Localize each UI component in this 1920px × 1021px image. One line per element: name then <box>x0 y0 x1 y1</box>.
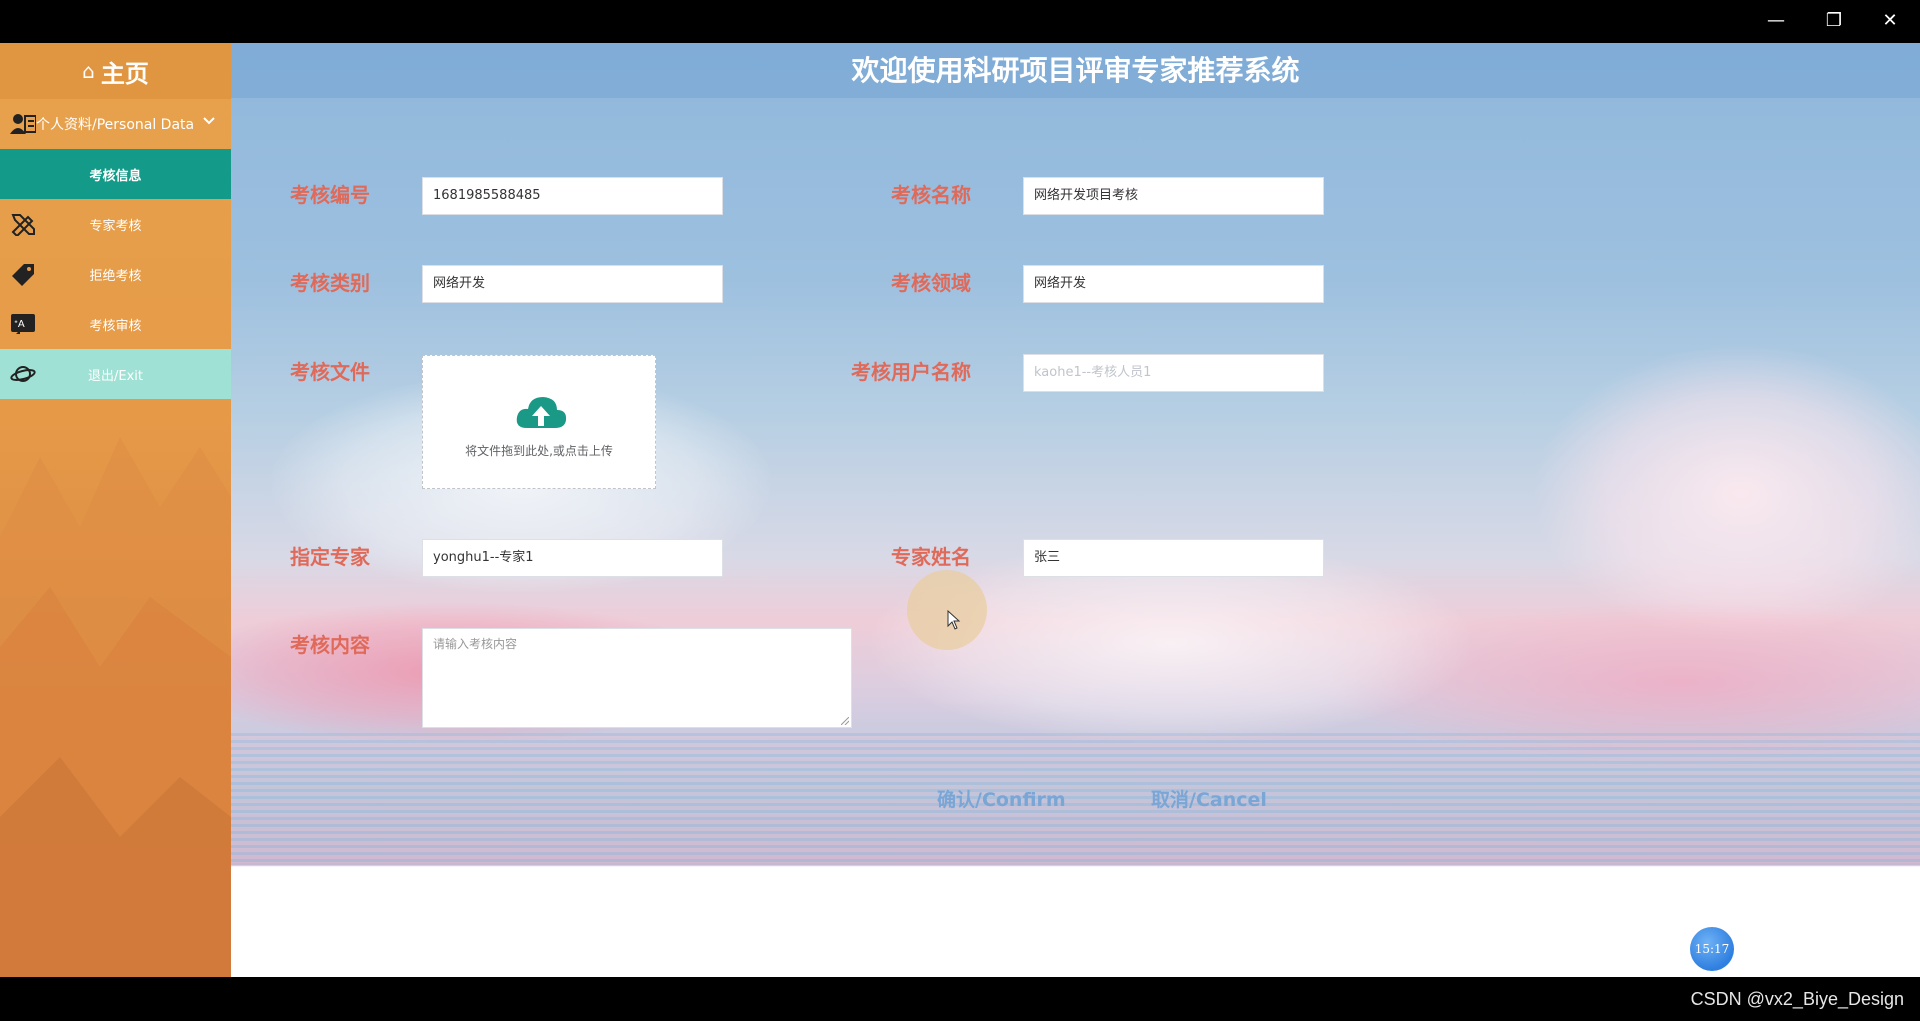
sidebar-item-assessment-info[interactable]: 考核信息 <box>0 149 231 199</box>
upload-hint: 将文件拖到此处,或点击上传 <box>465 444 613 458</box>
mouse-cursor-icon <box>947 610 961 630</box>
close-icon[interactable]: ✕ <box>1870 6 1910 36</box>
type-label: 考核类别 <box>290 271 370 295</box>
content-textarea[interactable]: 请输入考核内容 <box>422 628 852 728</box>
field-field[interactable]: 网络开发 <box>1023 265 1324 303</box>
name-label: 考核名称 <box>891 183 971 207</box>
cancel-button[interactable]: 取消/Cancel <box>1151 785 1267 812</box>
background-cloud <box>1531 343 1920 643</box>
sidebar-item-label: 拒绝考核 <box>89 268 142 284</box>
type-field[interactable]: 网络开发 <box>422 265 723 303</box>
footer-bar <box>231 932 1920 977</box>
taskbar: CSDN @vx2_Biye_Design <box>0 977 1920 1021</box>
file-upload-dropzone[interactable]: 将文件拖到此处,或点击上传 <box>422 355 656 489</box>
sidebar-item-label: 个人资料/Personal Data <box>36 117 195 133</box>
sidebar-item-label: 退出/Exit <box>88 368 143 384</box>
mountain-background <box>0 437 231 977</box>
main-content: 欢迎使用科研项目评审专家推荐系统 考核编号 1681985588485 考核名称… <box>231 43 1920 977</box>
expert-name-field[interactable]: 张三 <box>1023 539 1324 577</box>
sidebar-item-expert-assessment[interactable]: 专家考核 <box>0 199 231 249</box>
chevron-down-icon <box>203 117 215 125</box>
confirm-button[interactable]: 确认/Confirm <box>937 785 1066 812</box>
sidebar-item-label: 专家考核 <box>89 218 142 234</box>
minimize-icon[interactable]: — <box>1756 6 1796 36</box>
code-label: 考核编号 <box>290 183 370 207</box>
sidebar-item-label: 考核信息 <box>89 168 142 184</box>
content-placeholder: 请输入考核内容 <box>433 637 518 651</box>
restore-icon[interactable]: ❐ <box>1814 6 1854 36</box>
watermark: CSDN @vx2_Biye_Design <box>1690 989 1904 1009</box>
app-window: ⌂ 主页 个人资料/Personal Data 考核信息 专家考核 拒绝考核 ᐩ… <box>0 43 1920 977</box>
page-title: 欢迎使用科研项目评审专家推荐系统 <box>231 43 1920 98</box>
field-label: 考核领域 <box>891 271 971 295</box>
resize-grip-icon[interactable] <box>841 717 849 725</box>
name-field[interactable]: 网络开发项目考核 <box>1023 177 1324 215</box>
background-water <box>231 733 1920 863</box>
home-icon: ⌂ <box>82 59 95 83</box>
sidebar-item-personal-data[interactable]: 个人资料/Personal Data <box>0 99 231 149</box>
sidebar-item-exit[interactable]: 退出/Exit <box>0 349 231 399</box>
cloud-upload-icon <box>516 397 567 428</box>
sidebar-item-reject-assessment[interactable]: 拒绝考核 <box>0 249 231 299</box>
user-field[interactable]: kaohe1--考核人员1 <box>1023 354 1324 392</box>
sidebar-item-label: 考核审核 <box>89 318 142 334</box>
sidebar-item-assessment-review[interactable]: ᐩA 考核审核 <box>0 299 231 349</box>
file-label: 考核文件 <box>290 360 370 384</box>
expert-label: 指定专家 <box>290 545 370 569</box>
home-label: 主页 <box>100 59 149 88</box>
expert-field[interactable]: yonghu1--专家1 <box>422 539 723 577</box>
clock-badge: 15:17 <box>1690 927 1734 971</box>
content-label: 考核内容 <box>290 633 370 657</box>
sidebar: ⌂ 主页 个人资料/Personal Data 考核信息 专家考核 拒绝考核 ᐩ… <box>0 43 231 977</box>
window-titlebar: — ❐ ✕ <box>0 0 1920 43</box>
id-card-icon <box>10 114 36 134</box>
user-label: 考核用户名称 <box>851 360 971 384</box>
home-link[interactable]: ⌂ 主页 <box>0 43 231 99</box>
code-field[interactable]: 1681985588485 <box>422 177 723 215</box>
